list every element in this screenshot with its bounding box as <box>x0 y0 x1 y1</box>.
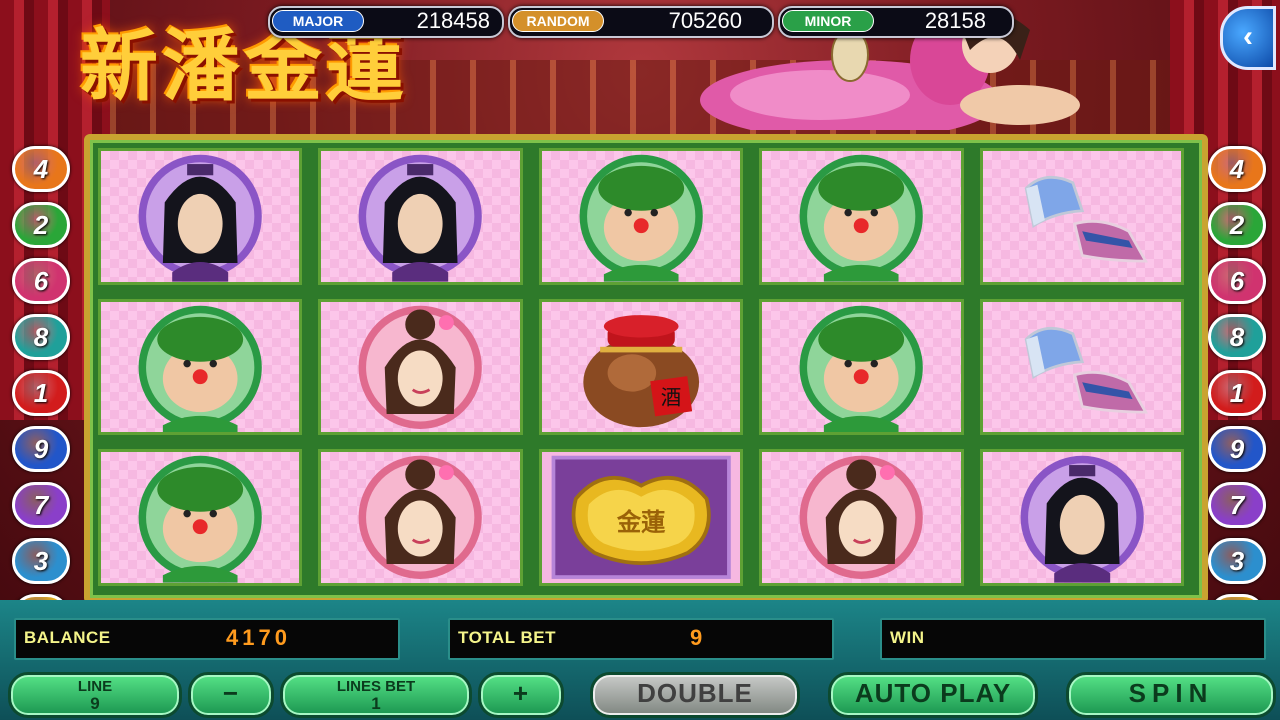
minus-button[interactable]: − <box>188 672 274 718</box>
wine-jar-symbol-art: 酒 <box>583 314 699 427</box>
payline-right-indicator[interactable]: 3 <box>1208 538 1266 584</box>
reel-cell-gold-plaque: 金蓮 <box>538 449 744 586</box>
win-label: WIN <box>890 628 925 647</box>
reel-grid: 酒 金蓮 <box>98 148 1184 586</box>
back-button[interactable]: ‹ <box>1220 6 1276 70</box>
plus-button[interactable]: + <box>478 672 564 718</box>
fatman-symbol-art <box>799 305 923 433</box>
jackpot-major-value: 218458 <box>416 8 490 33</box>
jackpot-random: RANDOM 705260 <box>508 6 774 38</box>
spin-button[interactable]: SPIN <box>1066 672 1276 718</box>
gold-plaque-symbol-art: 金蓮 <box>551 456 731 580</box>
fatman-symbol-art <box>579 154 703 282</box>
lady-symbol-art <box>358 305 483 429</box>
balance-box: BALANCE 4170 <box>14 618 400 660</box>
balance-label: BALANCE <box>24 628 111 647</box>
jackpot-minor-value: 28158 <box>924 8 986 33</box>
scholar-symbol-art <box>138 154 262 282</box>
plus-icon: + <box>512 678 530 708</box>
auto-play-button[interactable]: AUTO PLAY <box>828 672 1038 718</box>
jackpot-random-value: 705260 <box>668 8 742 33</box>
payline-indicators-right: 426819735 <box>1208 146 1268 650</box>
payline-left-indicator[interactable]: 8 <box>12 314 70 360</box>
win-box: WIN <box>880 618 1266 660</box>
payline-left-indicator[interactable]: 1 <box>12 370 70 416</box>
lady-symbol-art <box>358 456 483 580</box>
jackpot-major-label: MAJOR <box>272 10 364 32</box>
payline-right-indicator[interactable]: 4 <box>1208 146 1266 192</box>
fatman-symbol-art <box>799 154 923 282</box>
jackpot-minor: MINOR 28158 <box>778 6 1014 38</box>
total-bet-box: TOTAL BET 9 <box>448 618 834 660</box>
jackpot-major: MAJOR 218458 <box>268 6 504 38</box>
payline-left-indicator[interactable]: 6 <box>12 258 70 304</box>
reel-cell-fatman <box>759 148 964 285</box>
auto-play-label: AUTO PLAY <box>854 678 1012 708</box>
spin-label: SPIN <box>1128 678 1214 708</box>
reel-cell-shoes <box>979 298 1184 436</box>
double-button[interactable]: DOUBLE <box>590 672 800 718</box>
payline-left-indicator[interactable]: 9 <box>12 426 70 472</box>
scholar-symbol-art <box>1020 456 1144 583</box>
line-label: LINE <box>77 678 113 695</box>
reel-cell-fatman <box>759 298 964 436</box>
total-bet-value: 9 <box>690 625 707 650</box>
fatman-symbol-art <box>138 456 262 583</box>
payline-left-indicator[interactable]: 7 <box>12 482 70 528</box>
reel-cell-scholar <box>98 148 303 285</box>
payline-right-indicator[interactable]: 6 <box>1208 258 1266 304</box>
reel-cell-scholar <box>979 449 1184 586</box>
reel-cell-fatman <box>98 298 303 436</box>
scholar-symbol-art <box>358 154 483 282</box>
payline-right-indicator[interactable]: 2 <box>1208 202 1266 248</box>
payline-indicators-left: 426819735 <box>12 146 72 650</box>
reel-cell-shoes <box>979 148 1184 285</box>
payline-left-indicator[interactable]: 2 <box>12 202 70 248</box>
minus-icon: − <box>222 678 240 708</box>
payline-right-indicator[interactable]: 7 <box>1208 482 1266 528</box>
reel-cell-lady <box>318 449 523 586</box>
line-button[interactable]: LINE 9 <box>8 672 182 718</box>
balance-value: 4170 <box>226 625 291 650</box>
payline-right-indicator[interactable]: 1 <box>1208 370 1266 416</box>
jackpot-random-label: RANDOM <box>512 10 604 32</box>
payline-right-indicator[interactable]: 9 <box>1208 426 1266 472</box>
reel-cell-fatman <box>538 148 744 285</box>
shoes-symbol-art <box>1024 326 1148 414</box>
fatman-symbol-art <box>138 305 262 433</box>
reel-cell-lady <box>318 298 523 436</box>
gold-plaque-label: 金蓮 <box>616 508 666 537</box>
total-bet-label: TOTAL BET <box>458 628 556 647</box>
payline-right-indicator[interactable]: 8 <box>1208 314 1266 360</box>
chevron-left-icon: ‹ <box>1243 20 1253 53</box>
lady-symbol-art <box>799 456 923 580</box>
payline-left-indicator[interactable]: 3 <box>12 538 70 584</box>
reel-cell-lady <box>759 449 964 586</box>
reel-cell-wine-jar: 酒 <box>538 298 744 436</box>
lines-bet-label: LINES BET <box>336 678 416 695</box>
double-label: DOUBLE <box>637 678 753 708</box>
line-value: 9 <box>90 694 100 713</box>
shoes-symbol-art <box>1024 175 1148 263</box>
lines-bet-value: 1 <box>371 694 381 713</box>
jackpot-minor-label: MINOR <box>782 10 874 32</box>
wine-jar-label: 酒 <box>661 385 682 409</box>
lines-bet-button[interactable]: LINES BET 1 <box>280 672 472 718</box>
payline-left-indicator[interactable]: 4 <box>12 146 70 192</box>
reel-cell-scholar <box>318 148 523 285</box>
reel-cell-fatman <box>98 449 303 586</box>
